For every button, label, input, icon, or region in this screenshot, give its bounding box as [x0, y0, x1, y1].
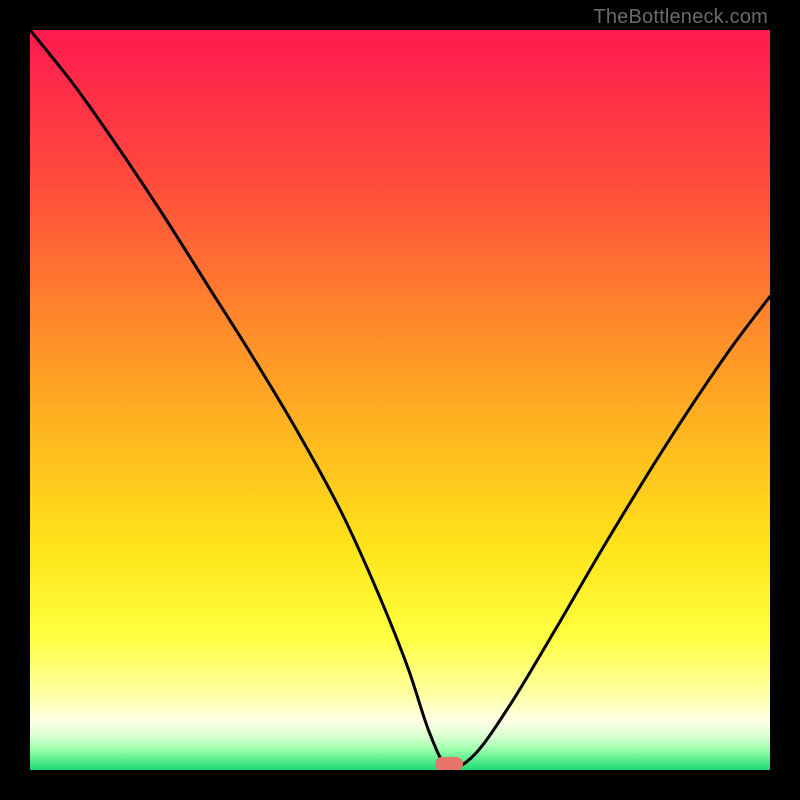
- optimal-marker: [435, 757, 463, 770]
- bottleneck-curve: [30, 30, 770, 770]
- plot-area: [30, 30, 770, 770]
- watermark-text: TheBottleneck.com: [593, 6, 768, 29]
- chart-frame: TheBottleneck.com: [0, 0, 800, 800]
